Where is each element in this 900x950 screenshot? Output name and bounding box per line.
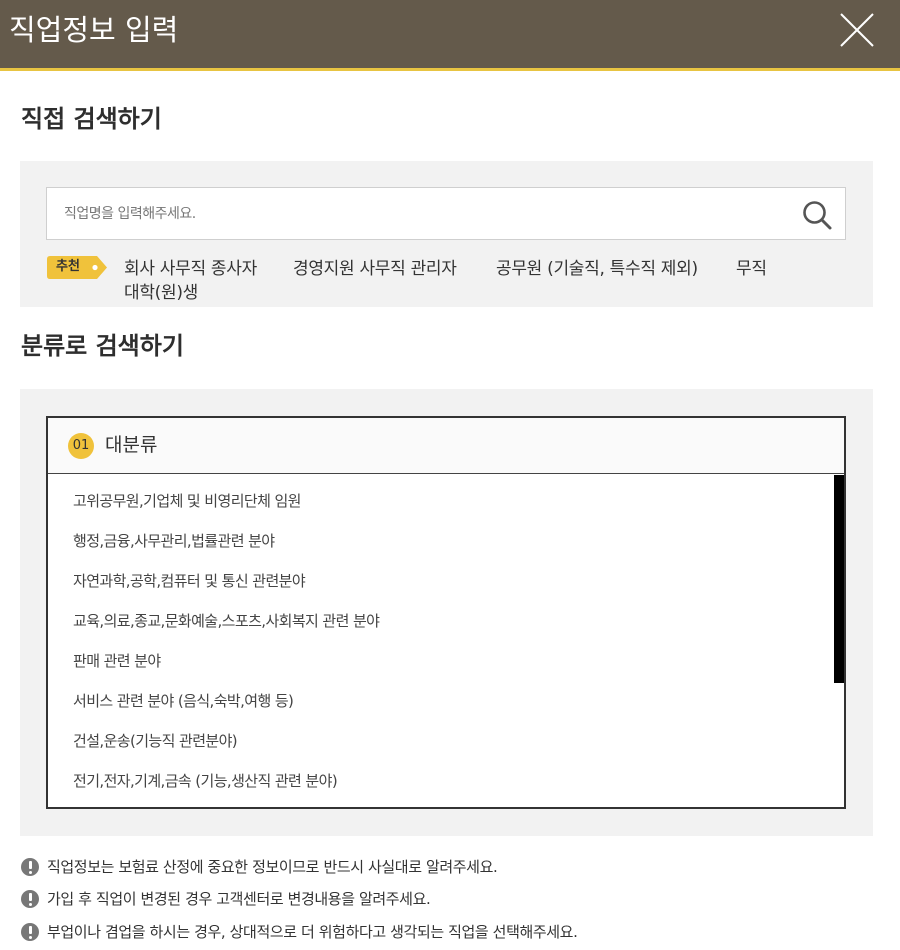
category-list: 고위공무원,기업체 및 비영리단체 임원 행정,금융,사무관리,법률관련 분야 …: [48, 475, 844, 807]
job-search-input[interactable]: [47, 188, 787, 239]
step-number-badge: 01: [68, 433, 94, 459]
modal-title: 직업정보 입력: [9, 13, 179, 47]
category-item[interactable]: 자연과학,공학,컴퓨터 및 통신 관련분야: [73, 570, 306, 592]
exclamation-icon: [21, 923, 39, 941]
recommendation-item[interactable]: 무직: [736, 258, 767, 280]
modal-header: 직업정보 입력: [0, 0, 900, 71]
category-item[interactable]: 판매 관련 분야: [73, 650, 161, 672]
search-button[interactable]: [801, 199, 833, 231]
recommendation-item[interactable]: 회사 사무직 종사자: [124, 258, 257, 280]
category-search-panel: 01 대분류 고위공무원,기업체 및 비영리단체 임원 행정,금융,사무관리,법…: [20, 389, 873, 836]
category-list-scrollbar[interactable]: [834, 475, 844, 683]
notice-text: 직업정보는 보험료 산정에 중요한 정보이므로 반드시 사실대로 알려주세요.: [47, 858, 498, 876]
exclamation-icon: [21, 890, 39, 908]
category-header-label: 대분류: [105, 434, 158, 456]
search-icon: [803, 201, 832, 230]
recommend-badge: 추천: [47, 256, 107, 279]
category-search-title: 분류로 검색하기: [21, 332, 184, 360]
exclamation-icon: [21, 858, 39, 876]
recommendation-item[interactable]: 경영지원 사무직 관리자: [293, 258, 457, 280]
recommend-badge-label: 추천: [56, 259, 80, 274]
category-item[interactable]: 행정,금융,사무관리,법률관련 분야: [73, 530, 275, 552]
notice-text: 가입 후 직업이 변경된 경우 고객센터로 변경내용을 알려주세요.: [47, 890, 431, 908]
search-box: [46, 187, 846, 240]
close-icon: [840, 13, 874, 47]
category-header: 01 대분류: [48, 418, 844, 474]
category-item[interactable]: 서비스 관련 분야 (음식,숙박,여행 등): [73, 690, 294, 712]
recommendation-item[interactable]: 대학(원)생: [124, 282, 198, 304]
close-button[interactable]: [837, 10, 877, 50]
category-box: 01 대분류 고위공무원,기업체 및 비영리단체 임원 행정,금융,사무관리,법…: [46, 416, 846, 809]
direct-search-panel: 추천 회사 사무직 종사자 경영지원 사무직 관리자 공무원 (기술직, 특수직…: [20, 161, 873, 307]
category-item[interactable]: 전기,전자,기계,금속 (기능,생산직 관련 분야): [73, 770, 338, 792]
direct-search-title: 직접 검색하기: [21, 105, 162, 133]
category-item[interactable]: 고위공무원,기업체 및 비영리단체 임원: [73, 490, 301, 512]
category-item[interactable]: 건설,운송(기능직 관련분야): [73, 730, 238, 752]
recommendation-item[interactable]: 공무원 (기술직, 특수직 제외): [496, 258, 698, 280]
category-item[interactable]: 교육,의료,종교,문화예술,스포츠,사회복지 관련 분야: [73, 610, 380, 632]
notice-text: 부업이나 겸업을 하시는 경우, 상대적으로 더 위험하다고 생각되는 직업을 …: [47, 923, 578, 941]
